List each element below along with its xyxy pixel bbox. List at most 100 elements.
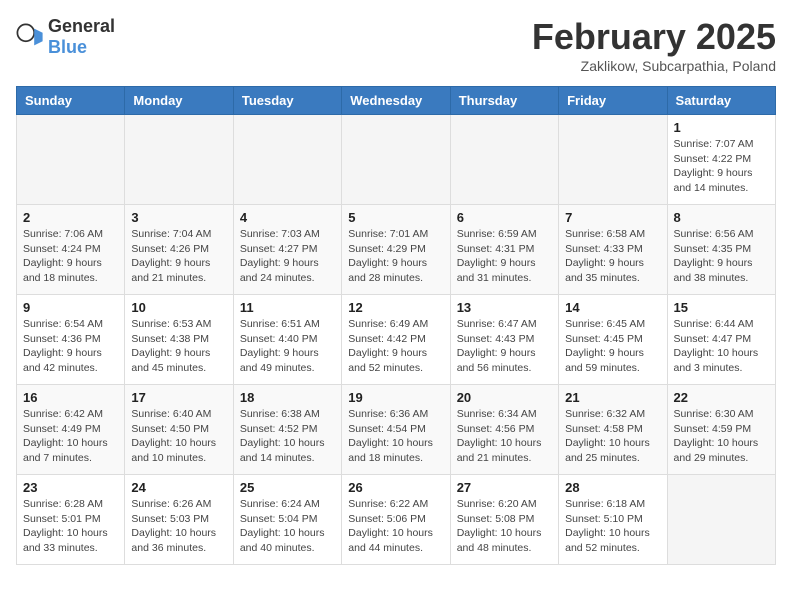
day-info: Sunrise: 7:07 AM Sunset: 4:22 PM Dayligh… <box>674 137 769 196</box>
calendar-week-row: 9 Sunrise: 6:54 AM Sunset: 4:36 PM Daylig… <box>17 295 776 385</box>
day-number: 20 <box>457 390 552 405</box>
day-number: 3 <box>131 210 226 225</box>
location-subtitle: Zaklikow, Subcarpathia, Poland <box>532 58 776 74</box>
calendar-week-row: 1 Sunrise: 7:07 AM Sunset: 4:22 PM Daylig… <box>17 115 776 205</box>
day-number: 16 <box>23 390 118 405</box>
calendar-day-cell: 3 Sunrise: 7:04 AM Sunset: 4:26 PM Daylig… <box>125 205 233 295</box>
calendar-day-cell: 25 Sunrise: 6:24 AM Sunset: 5:04 PM Dayli… <box>233 475 341 565</box>
day-number: 4 <box>240 210 335 225</box>
day-number: 10 <box>131 300 226 315</box>
day-number: 14 <box>565 300 660 315</box>
weekday-header: Wednesday <box>342 87 450 115</box>
day-info: Sunrise: 6:28 AM Sunset: 5:01 PM Dayligh… <box>23 497 118 556</box>
calendar-day-cell: 9 Sunrise: 6:54 AM Sunset: 4:36 PM Daylig… <box>17 295 125 385</box>
day-info: Sunrise: 6:58 AM Sunset: 4:33 PM Dayligh… <box>565 227 660 286</box>
day-number: 11 <box>240 300 335 315</box>
day-info: Sunrise: 6:40 AM Sunset: 4:50 PM Dayligh… <box>131 407 226 466</box>
calendar-day-cell: 16 Sunrise: 6:42 AM Sunset: 4:49 PM Dayli… <box>17 385 125 475</box>
calendar-day-cell: 20 Sunrise: 6:34 AM Sunset: 4:56 PM Dayli… <box>450 385 558 475</box>
calendar-day-cell <box>17 115 125 205</box>
calendar-day-cell: 8 Sunrise: 6:56 AM Sunset: 4:35 PM Daylig… <box>667 205 775 295</box>
calendar-day-cell: 24 Sunrise: 6:26 AM Sunset: 5:03 PM Dayli… <box>125 475 233 565</box>
weekday-header: Saturday <box>667 87 775 115</box>
day-info: Sunrise: 6:34 AM Sunset: 4:56 PM Dayligh… <box>457 407 552 466</box>
calendar-day-cell: 5Sunrise: 7:01 AM Sunset: 4:29 PM Daylig… <box>342 205 450 295</box>
day-info: Sunrise: 6:20 AM Sunset: 5:08 PM Dayligh… <box>457 497 552 556</box>
weekday-header: Sunday <box>17 87 125 115</box>
calendar-day-cell: 7Sunrise: 6:58 AM Sunset: 4:33 PM Daylig… <box>559 205 667 295</box>
day-number: 19 <box>348 390 443 405</box>
logo-icon <box>16 23 44 51</box>
day-number: 24 <box>131 480 226 495</box>
day-number: 17 <box>131 390 226 405</box>
day-info: Sunrise: 6:24 AM Sunset: 5:04 PM Dayligh… <box>240 497 335 556</box>
day-number: 9 <box>23 300 118 315</box>
day-number: 28 <box>565 480 660 495</box>
calendar-day-cell <box>667 475 775 565</box>
calendar-day-cell: 13 Sunrise: 6:47 AM Sunset: 4:43 PM Dayli… <box>450 295 558 385</box>
calendar-day-cell: 26Sunrise: 6:22 AM Sunset: 5:06 PM Dayli… <box>342 475 450 565</box>
day-info: Sunrise: 6:56 AM Sunset: 4:35 PM Dayligh… <box>674 227 769 286</box>
calendar-day-cell: 15 Sunrise: 6:44 AM Sunset: 4:47 PM Dayli… <box>667 295 775 385</box>
calendar-week-row: 23 Sunrise: 6:28 AM Sunset: 5:01 PM Dayli… <box>17 475 776 565</box>
day-number: 1 <box>674 120 769 135</box>
calendar-day-cell: 23 Sunrise: 6:28 AM Sunset: 5:01 PM Dayli… <box>17 475 125 565</box>
day-info: Sunrise: 7:06 AM Sunset: 4:24 PM Dayligh… <box>23 227 118 286</box>
day-info: Sunrise: 6:18 AM Sunset: 5:10 PM Dayligh… <box>565 497 660 556</box>
calendar-day-cell <box>342 115 450 205</box>
calendar-week-row: 16 Sunrise: 6:42 AM Sunset: 4:49 PM Dayli… <box>17 385 776 475</box>
calendar-day-cell: 4Sunrise: 7:03 AM Sunset: 4:27 PM Daylig… <box>233 205 341 295</box>
day-number: 22 <box>674 390 769 405</box>
calendar-week-row: 2 Sunrise: 7:06 AM Sunset: 4:24 PM Daylig… <box>17 205 776 295</box>
day-info: Sunrise: 6:59 AM Sunset: 4:31 PM Dayligh… <box>457 227 552 286</box>
calendar-day-cell: 18 Sunrise: 6:38 AM Sunset: 4:52 PM Dayli… <box>233 385 341 475</box>
day-number: 25 <box>240 480 335 495</box>
day-info: Sunrise: 6:36 AM Sunset: 4:54 PM Dayligh… <box>348 407 443 466</box>
calendar-day-cell <box>559 115 667 205</box>
calendar-day-cell: 19 Sunrise: 6:36 AM Sunset: 4:54 PM Dayli… <box>342 385 450 475</box>
day-number: 15 <box>674 300 769 315</box>
day-info: Sunrise: 7:01 AM Sunset: 4:29 PM Dayligh… <box>348 227 443 286</box>
day-info: Sunrise: 6:38 AM Sunset: 4:52 PM Dayligh… <box>240 407 335 466</box>
day-number: 2 <box>23 210 118 225</box>
calendar-day-cell: 28 Sunrise: 6:18 AM Sunset: 5:10 PM Dayli… <box>559 475 667 565</box>
day-number: 6 <box>457 210 552 225</box>
weekday-header: Thursday <box>450 87 558 115</box>
calendar-day-cell: 10Sunrise: 6:53 AM Sunset: 4:38 PM Dayli… <box>125 295 233 385</box>
day-info: Sunrise: 6:44 AM Sunset: 4:47 PM Dayligh… <box>674 317 769 376</box>
day-info: Sunrise: 6:26 AM Sunset: 5:03 PM Dayligh… <box>131 497 226 556</box>
calendar-day-cell: 14 Sunrise: 6:45 AM Sunset: 4:45 PM Dayli… <box>559 295 667 385</box>
day-number: 13 <box>457 300 552 315</box>
title-section: February 2025 Zaklikow, Subcarpathia, Po… <box>532 16 776 74</box>
logo-general: General <box>48 16 115 36</box>
day-number: 8 <box>674 210 769 225</box>
day-info: Sunrise: 6:42 AM Sunset: 4:49 PM Dayligh… <box>23 407 118 466</box>
logo: General Blue <box>16 16 115 58</box>
day-number: 26 <box>348 480 443 495</box>
day-number: 21 <box>565 390 660 405</box>
day-info: Sunrise: 6:30 AM Sunset: 4:59 PM Dayligh… <box>674 407 769 466</box>
day-number: 27 <box>457 480 552 495</box>
day-info: Sunrise: 7:04 AM Sunset: 4:26 PM Dayligh… <box>131 227 226 286</box>
day-info: Sunrise: 6:49 AM Sunset: 4:42 PM Dayligh… <box>348 317 443 376</box>
day-number: 23 <box>23 480 118 495</box>
page-header: General Blue February 2025 Zaklikow, Sub… <box>16 16 776 74</box>
calendar-day-cell: 22 Sunrise: 6:30 AM Sunset: 4:59 PM Dayli… <box>667 385 775 475</box>
logo-blue: Blue <box>48 37 87 57</box>
calendar-day-cell <box>450 115 558 205</box>
month-title: February 2025 <box>532 16 776 58</box>
day-info: Sunrise: 6:45 AM Sunset: 4:45 PM Dayligh… <box>565 317 660 376</box>
calendar-day-cell: 21Sunrise: 6:32 AM Sunset: 4:58 PM Dayli… <box>559 385 667 475</box>
day-info: Sunrise: 6:54 AM Sunset: 4:36 PM Dayligh… <box>23 317 118 376</box>
day-info: Sunrise: 6:51 AM Sunset: 4:40 PM Dayligh… <box>240 317 335 376</box>
day-number: 18 <box>240 390 335 405</box>
calendar-day-cell: 12 Sunrise: 6:49 AM Sunset: 4:42 PM Dayli… <box>342 295 450 385</box>
day-info: Sunrise: 6:47 AM Sunset: 4:43 PM Dayligh… <box>457 317 552 376</box>
calendar-day-cell: 1 Sunrise: 7:07 AM Sunset: 4:22 PM Daylig… <box>667 115 775 205</box>
weekday-header: Tuesday <box>233 87 341 115</box>
calendar-day-cell: 6 Sunrise: 6:59 AM Sunset: 4:31 PM Daylig… <box>450 205 558 295</box>
calendar-day-cell: 27 Sunrise: 6:20 AM Sunset: 5:08 PM Dayli… <box>450 475 558 565</box>
calendar-day-cell: 11 Sunrise: 6:51 AM Sunset: 4:40 PM Dayli… <box>233 295 341 385</box>
calendar-day-cell <box>125 115 233 205</box>
day-number: 12 <box>348 300 443 315</box>
